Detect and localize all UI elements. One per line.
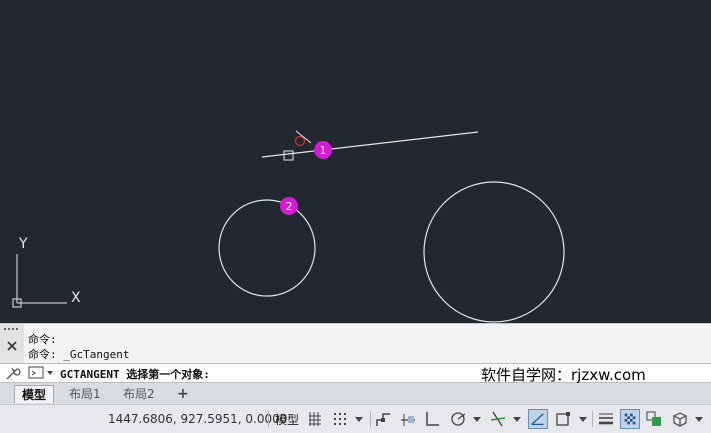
step-marker-1-label: 1: [320, 144, 327, 157]
status-bar: 1447.6806, 927.5951, 0.0000 模型: [0, 404, 711, 433]
dynamic-input-icon[interactable]: [398, 409, 418, 429]
divider: [268, 411, 269, 427]
layout-tabs: 模型 布局1 布局2 +: [0, 383, 711, 404]
snap-icon[interactable]: [330, 409, 350, 429]
lineweight-icon[interactable]: [596, 409, 616, 429]
object-snap-tracking-icon[interactable]: [528, 409, 548, 429]
chevron-down-icon[interactable]: [692, 409, 706, 429]
chevron-down-icon[interactable]: [576, 409, 590, 429]
ucs-x-label: X: [71, 290, 81, 306]
model-space-button[interactable]: 模型: [272, 410, 302, 429]
infer-constraints-icon[interactable]: [374, 409, 394, 429]
command-history-panel: 命令: 命令: _GcTangent: [0, 323, 711, 364]
command-panel-handle[interactable]: [0, 324, 24, 364]
watermark-text: 软件自学网：rjzxw.com: [481, 366, 646, 384]
object-snap-icon[interactable]: [554, 409, 574, 429]
small-circle-object[interactable]: [218, 199, 316, 297]
divider: [592, 411, 593, 427]
tab-layout1[interactable]: 布局1: [62, 385, 108, 403]
command-line[interactable]: GCTANGENT 选择第一个对象: 软件自学网：rjzxw.com: [0, 363, 711, 384]
step-marker-2-label: 2: [286, 200, 293, 213]
pickbox-cursor: [283, 150, 294, 161]
command-prompt-icon[interactable]: [28, 366, 56, 380]
tab-layout2[interactable]: 布局2: [116, 385, 162, 403]
command-prompt-text[interactable]: GCTANGENT 选择第一个对象:: [60, 366, 210, 382]
add-layout-button[interactable]: +: [170, 385, 196, 403]
canvas-geometry: 1 2 Y X: [12, 130, 565, 323]
wrench-icon[interactable]: [4, 365, 22, 381]
3d-object-snap-icon[interactable]: [670, 409, 690, 429]
chevron-down-icon[interactable]: [470, 409, 484, 429]
grid-icon[interactable]: [306, 409, 326, 429]
polar-tracking-icon[interactable]: [448, 409, 468, 429]
line-object[interactable]: [261, 131, 479, 158]
isodraft-icon[interactable]: [488, 409, 508, 429]
grip-icon[interactable]: [0, 324, 24, 364]
transparency-icon[interactable]: [620, 409, 640, 429]
divider: [370, 411, 371, 427]
coordinates-readout: 1447.6806, 927.5951, 0.0000: [108, 412, 288, 426]
ortho-icon[interactable]: [422, 409, 442, 429]
drawing-canvas[interactable]: 1 2 Y X: [0, 0, 711, 323]
large-circle-object[interactable]: [423, 181, 565, 323]
chevron-down-icon[interactable]: [352, 409, 366, 429]
ucs-y-label: Y: [18, 236, 28, 252]
command-history-line-2: 命令: _GcTangent: [28, 348, 130, 361]
command-history-line-1: 命令:: [28, 333, 57, 346]
selection-cycling-icon[interactable]: [644, 409, 664, 429]
ucs-icon: [12, 254, 67, 308]
tangent-cursor-icon: [294, 130, 312, 147]
chevron-down-icon[interactable]: [510, 409, 524, 429]
close-icon: [7, 341, 17, 351]
tab-model[interactable]: 模型: [14, 385, 55, 403]
